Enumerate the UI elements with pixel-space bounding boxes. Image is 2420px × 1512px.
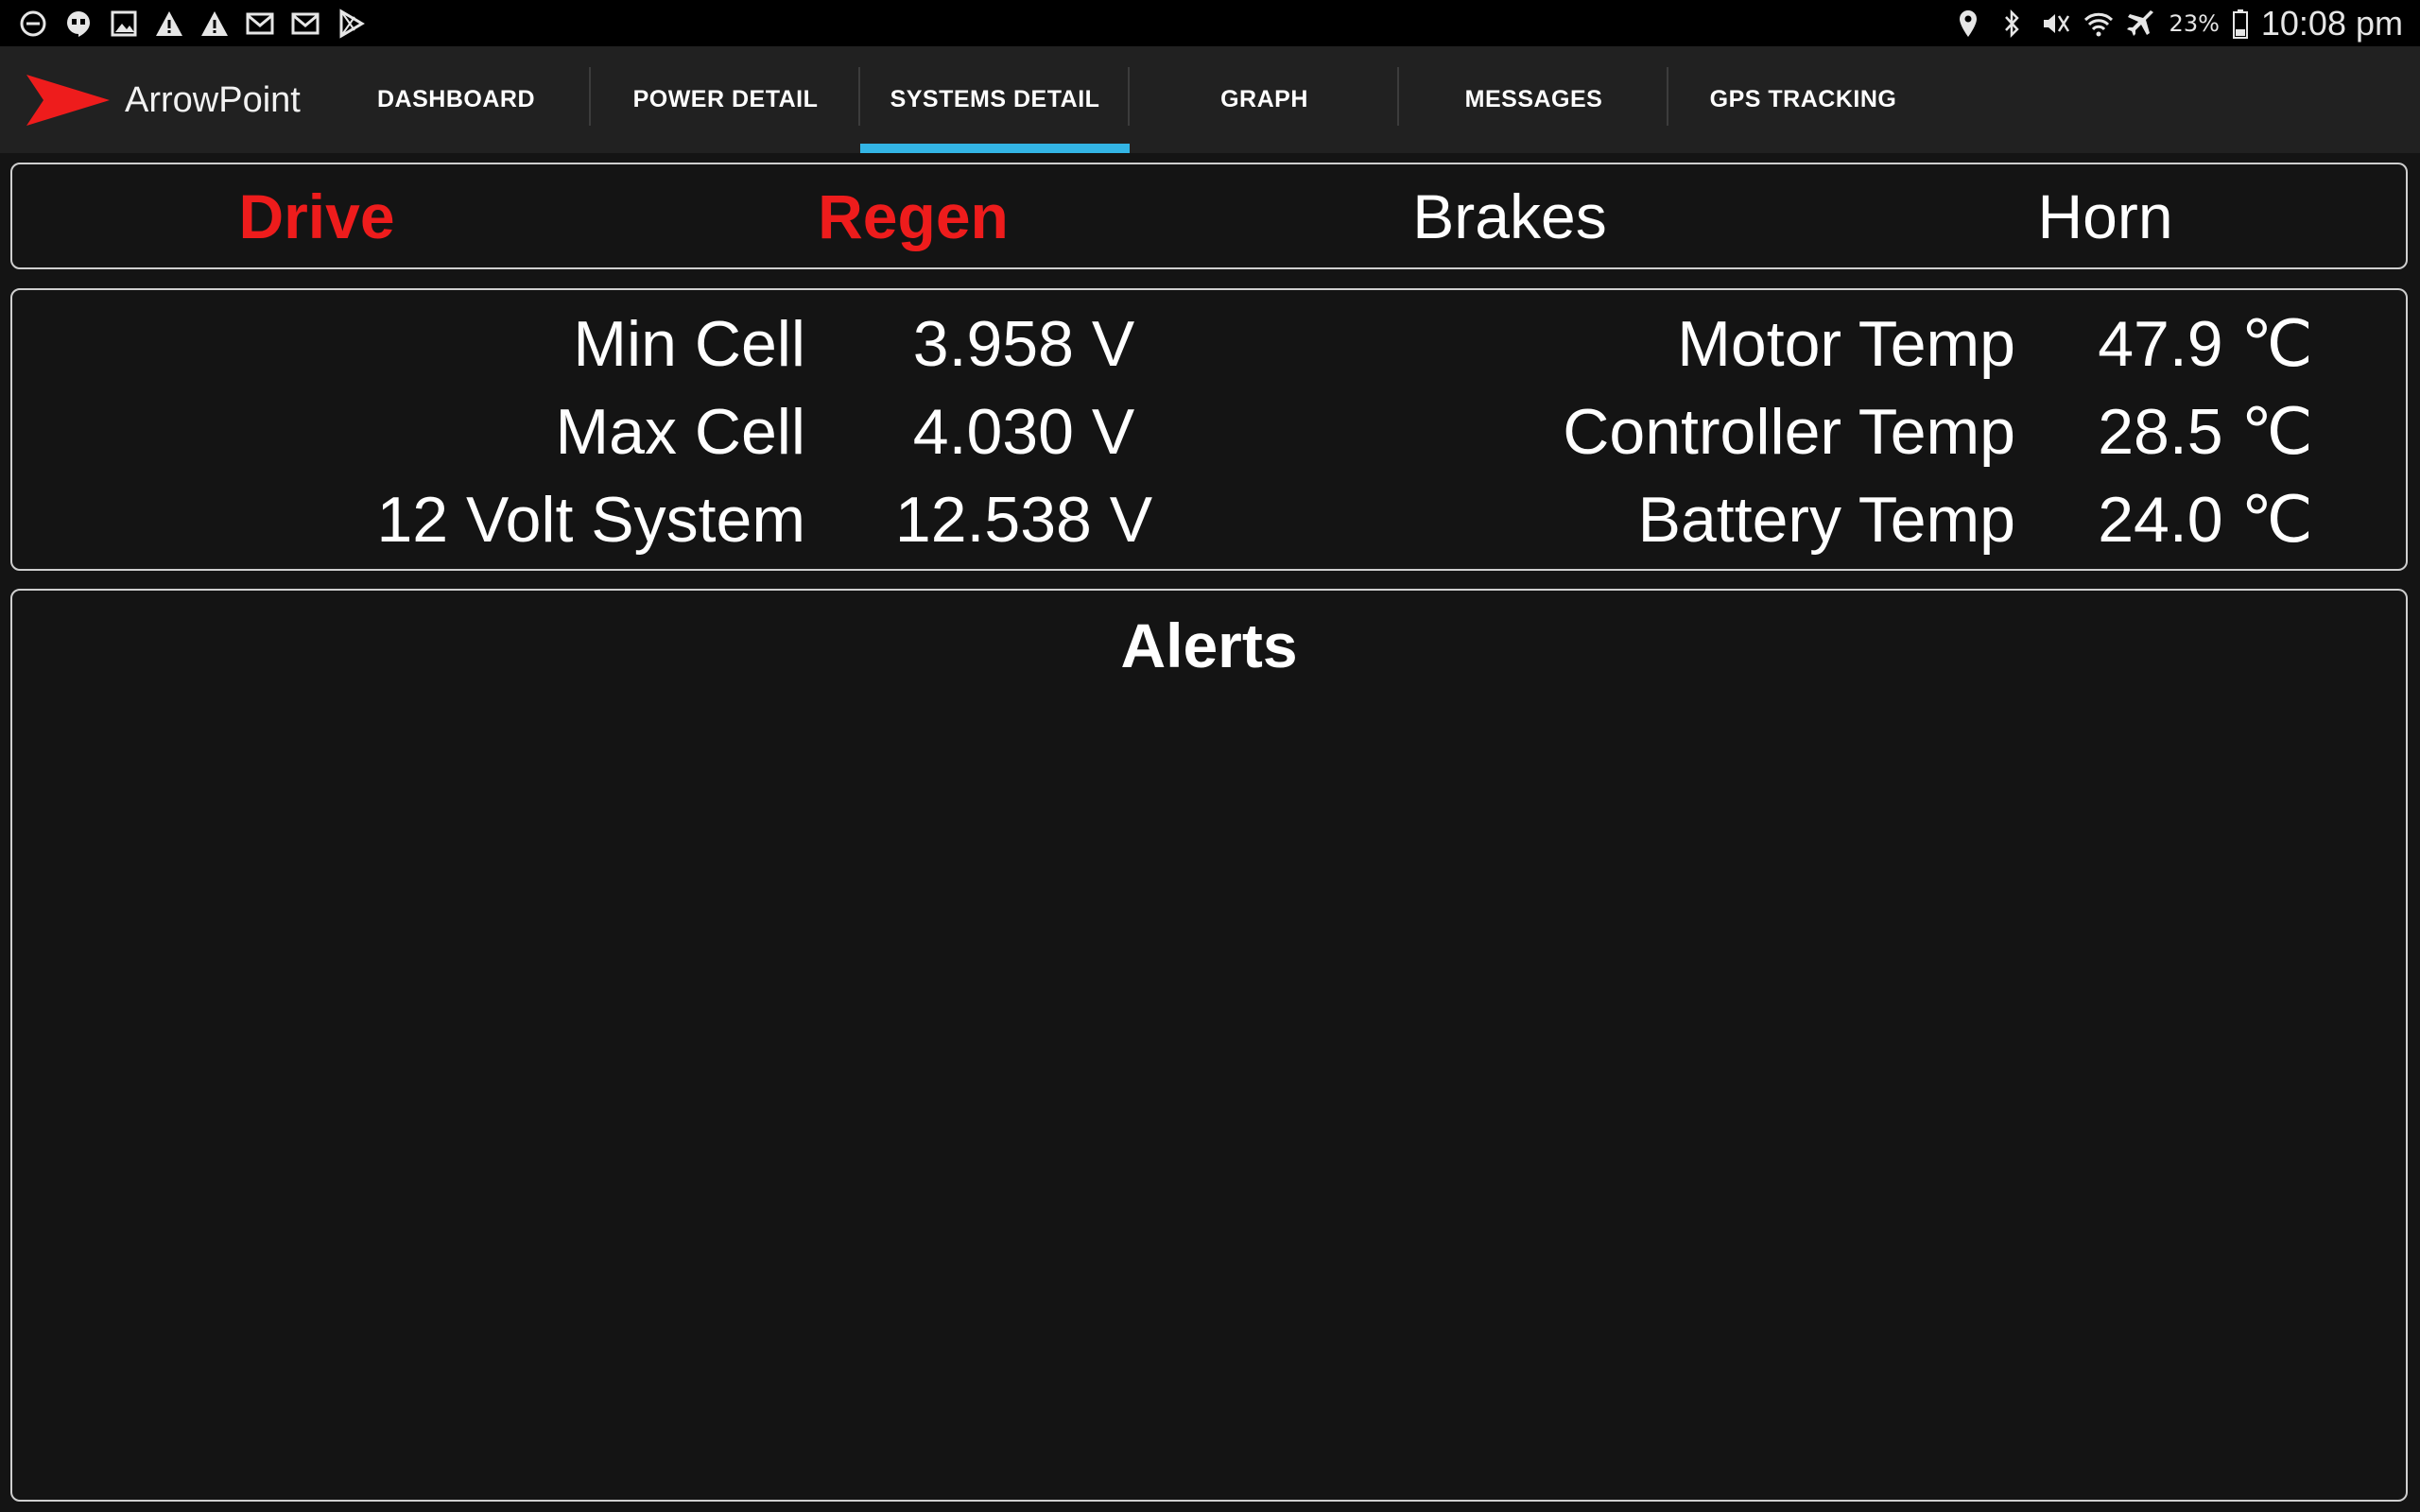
tab-graph[interactable]: GRAPH xyxy=(1130,46,1399,153)
indicator-drive: Drive xyxy=(238,180,395,251)
tab-power-detail[interactable]: POWER DETAIL xyxy=(591,46,860,153)
reading-value-controller-temp: 28.5 ℃ xyxy=(2098,396,2313,468)
gallery-icon xyxy=(108,8,140,40)
reading-value-max-cell: 4.030 V xyxy=(912,396,1135,468)
alerts-list xyxy=(31,704,2387,1481)
gmail-icon xyxy=(244,8,276,40)
warning-icon xyxy=(199,8,231,40)
battery-percent: 23% xyxy=(2169,9,2220,37)
status-indicators-panel: Drive Regen Brakes Horn xyxy=(10,163,2408,269)
readings-panel: Min Cell 3.958 V Max Cell 4.030 V 12 Vol… xyxy=(10,288,2408,571)
do-not-disturb-icon xyxy=(17,8,49,40)
arrow-logo-icon xyxy=(26,75,110,126)
location-icon xyxy=(1952,8,1984,40)
app-bar: ArrowPoint DASHBOARD POWER DETAIL SYSTEM… xyxy=(0,46,2420,153)
reading-label-12v-system: 12 Volt System xyxy=(376,484,805,556)
reading-value-motor-temp: 47.9 ℃ xyxy=(2098,308,2313,380)
tab-label: GPS TRACKING xyxy=(1709,86,1897,112)
play-store-icon xyxy=(335,8,367,40)
alerts-panel[interactable]: Alerts xyxy=(10,589,2408,1502)
tab-label: GRAPH xyxy=(1220,86,1308,112)
app-logo: ArrowPoint xyxy=(26,75,301,126)
warning-icon xyxy=(153,8,185,40)
hangouts-icon xyxy=(62,8,95,40)
reading-label-controller-temp: Controller Temp xyxy=(1563,396,2015,468)
tab-label: MESSAGES xyxy=(1464,86,1603,112)
clock: 10:08 pm xyxy=(2260,3,2403,43)
notification-icons xyxy=(0,8,367,40)
tab-label: DASHBOARD xyxy=(377,86,535,112)
battery-icon xyxy=(2231,8,2250,40)
reading-label-max-cell: Max Cell xyxy=(555,396,806,468)
reading-label-battery-temp: Battery Temp xyxy=(1637,484,2015,556)
tab-gps-tracking[interactable]: GPS TRACKING xyxy=(1668,46,1938,153)
indicator-horn: Horn xyxy=(2037,180,2173,251)
tab-label: SYSTEMS DETAIL xyxy=(890,86,1100,112)
reading-value-battery-temp: 24.0 ℃ xyxy=(2098,484,2313,556)
wifi-icon xyxy=(2083,8,2115,40)
reading-label-motor-temp: Motor Temp xyxy=(1677,308,2015,380)
tab-systems-detail[interactable]: SYSTEMS DETAIL xyxy=(860,46,1130,153)
tab-messages[interactable]: MESSAGES xyxy=(1399,46,1668,153)
tab-label: POWER DETAIL xyxy=(632,86,819,112)
tab-bar: DASHBOARD POWER DETAIL SYSTEMS DETAIL GR… xyxy=(321,46,1938,153)
mute-icon xyxy=(2039,8,2071,40)
app-name: ArrowPoint xyxy=(125,79,301,120)
reading-label-min-cell: Min Cell xyxy=(573,308,805,380)
reading-value-min-cell: 3.958 V xyxy=(912,308,1135,380)
bluetooth-icon xyxy=(1996,8,2028,40)
reading-value-12v-system: 12.538 V xyxy=(894,484,1153,556)
status-bar: 23% 10:08 pm xyxy=(0,0,2420,46)
alerts-title: Alerts xyxy=(1120,610,1298,680)
airplane-icon xyxy=(2126,8,2158,40)
indicator-brakes: Brakes xyxy=(1412,180,1607,251)
system-status: 23% 10:08 pm xyxy=(1952,4,2420,43)
tab-dashboard[interactable]: DASHBOARD xyxy=(321,46,591,153)
gmail-icon xyxy=(289,8,321,40)
indicator-regen: Regen xyxy=(818,180,1009,251)
